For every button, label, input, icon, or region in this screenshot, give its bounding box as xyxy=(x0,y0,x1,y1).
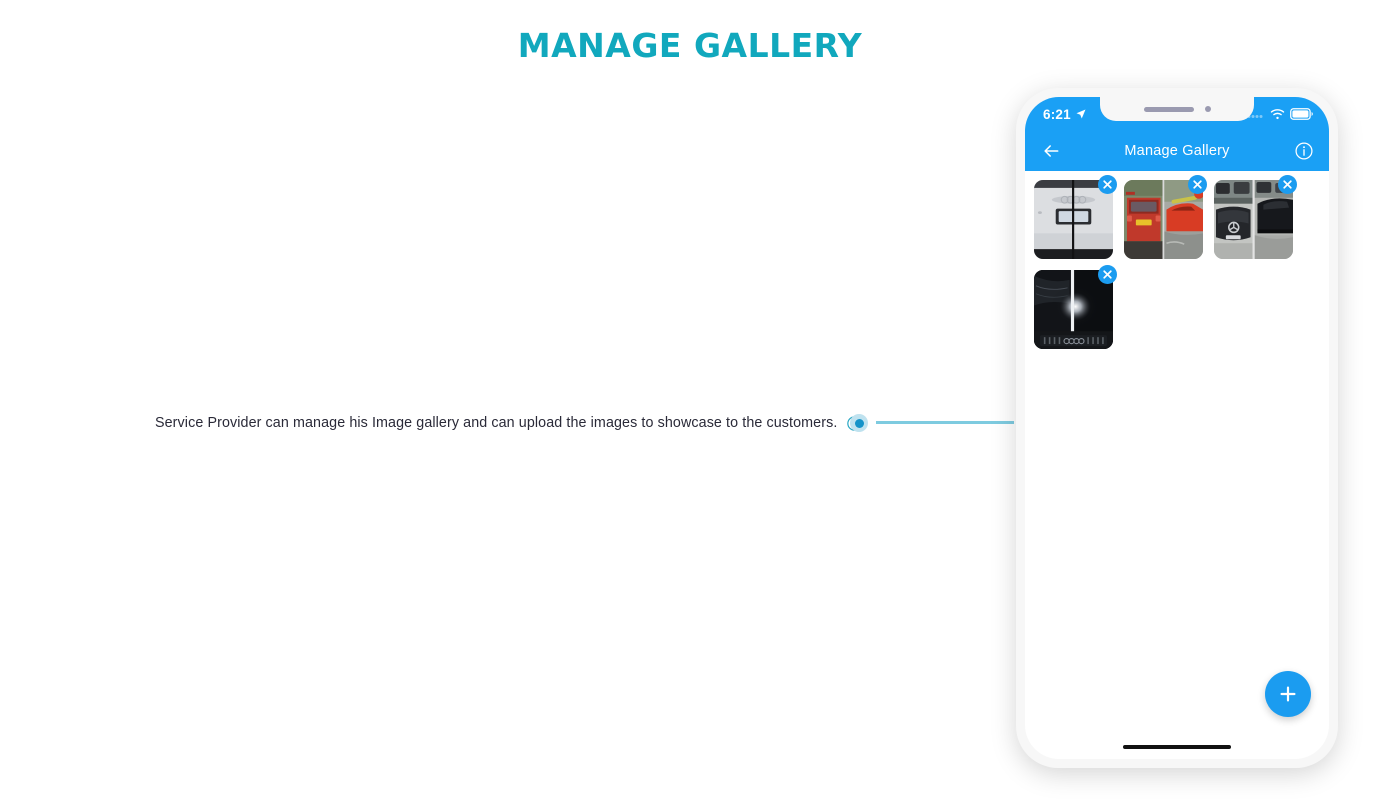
page-title: MANAGE GALLERY xyxy=(517,26,863,65)
close-x-icon[interactable] xyxy=(1098,175,1117,194)
status-bar-right xyxy=(1247,108,1314,120)
battery-icon xyxy=(1290,108,1313,120)
phone-screen: 6:21 Manage Gallery xyxy=(1025,97,1329,759)
nav-bar-title: Manage Gallery xyxy=(1124,143,1230,159)
dot-marker-core xyxy=(854,418,864,428)
info-circle-icon[interactable] xyxy=(1293,140,1315,162)
annotation-caption-row: Service Provider can manage his Image ga… xyxy=(155,412,863,434)
dot-marker xyxy=(850,414,868,432)
gallery-thumbnail[interactable] xyxy=(1034,175,1117,259)
status-bar: 6:21 xyxy=(1025,97,1329,131)
front-camera-icon xyxy=(1204,106,1211,112)
annotation-caption-text: Service Provider can manage his Image ga… xyxy=(155,415,838,431)
close-x-icon[interactable] xyxy=(1098,265,1117,284)
add-image-fab[interactable] xyxy=(1265,671,1311,717)
wifi-icon xyxy=(1270,109,1285,120)
nav-bar: Manage Gallery xyxy=(1025,131,1329,171)
status-time-label: 6:21 xyxy=(1043,106,1071,122)
gallery-grid xyxy=(1025,171,1329,349)
close-x-icon[interactable] xyxy=(1188,175,1207,194)
phone-mockup: 6:21 Manage Gallery xyxy=(1016,88,1338,768)
close-x-icon[interactable] xyxy=(1278,175,1297,194)
phone-notch xyxy=(1100,97,1254,121)
connector-line xyxy=(876,421,1014,424)
location-arrow-icon xyxy=(1076,109,1086,119)
gallery-thumbnail[interactable] xyxy=(1124,175,1207,259)
speaker-grille-icon xyxy=(1143,106,1194,112)
back-arrow-icon[interactable] xyxy=(1039,139,1063,163)
plus-icon xyxy=(1280,686,1296,702)
home-indicator[interactable] xyxy=(1123,745,1231,749)
gallery-thumbnail[interactable] xyxy=(1034,265,1117,349)
gallery-thumbnail[interactable] xyxy=(1214,175,1297,259)
status-bar-left: 6:21 xyxy=(1043,107,1087,122)
